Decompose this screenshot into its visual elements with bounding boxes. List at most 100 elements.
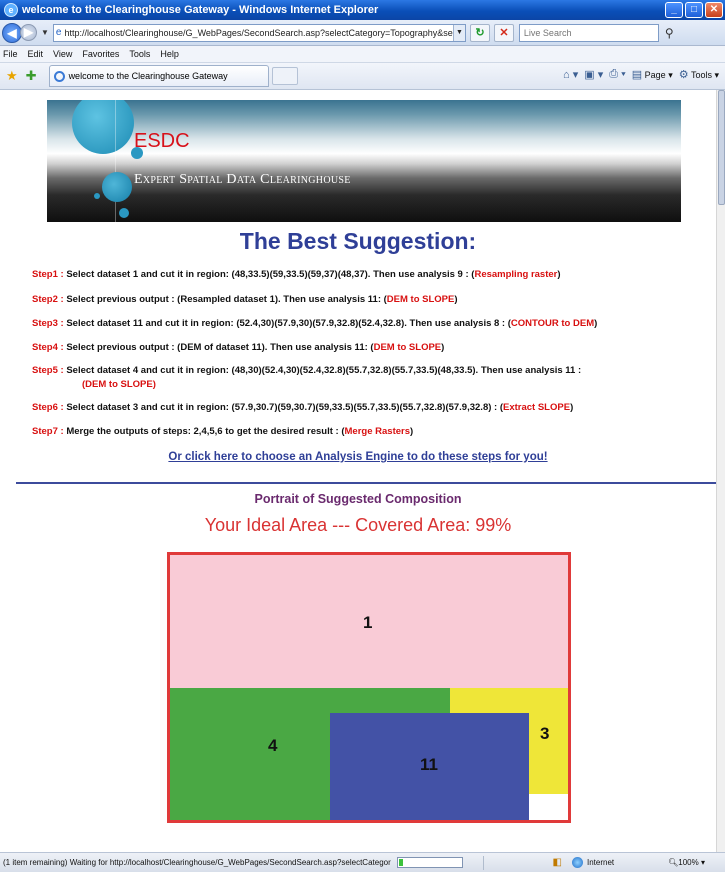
step-close: ) — [410, 426, 414, 437]
banner-subtitle: Expert Spatial Data Clearinghouse — [134, 172, 351, 187]
step-3: Step3 : Select dataset 11 and cut it in … — [32, 317, 704, 331]
address-field[interactable]: e http://localhost/Clearinghouse/G_WebPa… — [52, 23, 466, 42]
tab-bar: ★ ✚ welcome to the Clearinghouse Gateway… — [0, 63, 725, 90]
address-url: http://localhost/Clearinghouse/G_WebPage… — [64, 27, 464, 38]
globe-icon — [571, 857, 583, 868]
esdc-banner: ESDC Expert Spatial Data Clearinghouse — [47, 100, 681, 222]
status-bar: (1 item remaining) Waiting for http://lo… — [0, 852, 725, 872]
step-7: Step7 : Merge the outputs of steps: 2,4,… — [32, 425, 704, 439]
step-label: Step1 : — [32, 269, 64, 280]
zoom-value: 100% — [678, 858, 699, 867]
divider — [16, 482, 716, 484]
step-text: Select dataset 1 and cut it in region: (… — [63, 269, 475, 280]
recent-pages-dropdown-icon[interactable]: ▼ — [41, 28, 49, 37]
step-label: Step6 : — [32, 402, 64, 413]
step-label: Step2 : — [32, 294, 64, 305]
step-2: Step2 : Select previous output : (Resamp… — [32, 293, 704, 307]
banner-circle-decoration — [119, 208, 129, 218]
region-1: 1 — [170, 555, 568, 688]
favorites-star-icon[interactable]: ★ — [6, 68, 18, 84]
add-favorites-icon[interactable]: ✚ — [26, 68, 37, 84]
stop-button[interactable]: ✕ — [493, 23, 514, 42]
step-label: Step5 : — [32, 365, 64, 376]
step-5: Step5 : Select dataset 4 and cut it in r… — [32, 364, 704, 392]
composition-map: 1 4 3 11 — [167, 552, 571, 823]
back-button[interactable]: ◀ — [2, 22, 22, 43]
maximize-button[interactable]: □ — [685, 2, 703, 18]
command-bar: ⌂ ▾ ▣ ▾ ⎙ ▾ ▤ Page ▾ ⚙ Tools ▾ — [563, 68, 719, 81]
new-tab-button[interactable] — [271, 67, 298, 85]
refresh-button[interactable]: ↻ — [469, 23, 490, 42]
coverage-text: Your Ideal Area --- Covered Area: 99% — [204, 515, 512, 535]
search-icon[interactable]: ⚲ — [665, 26, 674, 40]
portrait-title: Portrait of Suggested Composition — [254, 492, 462, 506]
tab-label: welcome to the Clearinghouse Gateway — [68, 71, 228, 81]
step-analysis: (DEM to SLOPE) — [82, 379, 156, 390]
menu-favorites[interactable]: Favorites — [82, 49, 119, 59]
security-zone[interactable]: ◧ Internet 🔍︎100% ▾ — [553, 857, 717, 868]
zoom-level[interactable]: 🔍︎100% ▾ — [668, 858, 705, 867]
step-label: Step4 : — [32, 342, 64, 353]
banner-line-decoration — [115, 100, 116, 222]
step-1: Step1 : Select dataset 1 and cut it in r… — [32, 268, 704, 282]
step-close: ) — [557, 269, 561, 280]
menu-help[interactable]: Help — [160, 49, 179, 59]
tools-menu-label: Tools — [690, 70, 712, 80]
page-title: The Best Suggestion: — [239, 228, 477, 254]
status-message: (1 item remaining) Waiting for http://lo… — [3, 858, 391, 867]
banner-circle-decoration — [102, 172, 132, 202]
tab-clearinghouse[interactable]: welcome to the Clearinghouse Gateway — [48, 65, 269, 87]
menu-file[interactable]: File — [3, 49, 18, 59]
home-icon[interactable]: ⌂ ▾ — [563, 68, 578, 81]
status-divider — [482, 855, 484, 870]
vertical-scrollbar[interactable] — [716, 90, 725, 852]
page-content: ESDC Expert Spatial Data Clearinghouse T… — [0, 90, 716, 852]
page-menu-label: Page — [644, 70, 666, 80]
progress-fill — [398, 859, 403, 866]
step-close: ) — [594, 318, 598, 329]
address-toolbar: ◀ ▶ ▼ e http://localhost/Clearinghouse/G… — [0, 20, 725, 46]
step-text: Select dataset 3 and cut it in region: (… — [63, 402, 503, 413]
ie-icon: e — [4, 3, 18, 17]
step-close: ) — [570, 402, 574, 413]
feeds-icon[interactable]: ▣ ▾ — [584, 68, 603, 81]
zoom-icon: 🔍︎ — [668, 858, 679, 867]
page-menu-icon: ▤ — [631, 69, 643, 81]
protected-mode-icon: ◧ — [552, 857, 562, 868]
scrollbar-thumb[interactable] — [718, 90, 725, 205]
banner-circle-decoration — [72, 100, 134, 154]
window-titlebar: e welcome to the Clearinghouse Gateway -… — [0, 0, 725, 20]
close-button[interactable]: ✕ — [705, 2, 723, 18]
step-text: Select dataset 4 and cut it in region: (… — [63, 365, 582, 376]
analysis-engine-link[interactable]: Or click here to choose an Analysis Engi… — [0, 451, 716, 463]
step-close: ) — [441, 342, 445, 353]
print-icon[interactable]: ⎙ ▾ — [609, 68, 625, 81]
minimize-button[interactable]: _ — [665, 2, 683, 18]
step-6: Step6 : Select dataset 3 and cut it in r… — [32, 401, 704, 415]
region-label: 11 — [420, 755, 438, 774]
step-label: Step3 : — [32, 318, 64, 329]
zone-label: Internet — [586, 858, 615, 867]
gear-icon: ⚙ — [678, 69, 689, 81]
menu-tools[interactable]: Tools — [129, 49, 150, 59]
step-analysis: CONTOUR to DEM — [510, 318, 595, 329]
tools-menu[interactable]: ⚙ Tools ▾ — [679, 68, 719, 81]
page-icon: e — [55, 27, 62, 38]
region-label: 3 — [540, 724, 550, 743]
search-input[interactable] — [518, 23, 659, 42]
page-menu[interactable]: ▤ Page ▾ — [632, 68, 673, 81]
menu-bar: File Edit View Favorites Tools Help — [0, 46, 725, 63]
region-11: 11 — [330, 713, 529, 820]
menu-edit[interactable]: Edit — [28, 49, 44, 59]
step-text: Merge the outputs of steps: 2,4,5,6 to g… — [63, 426, 345, 437]
menu-view[interactable]: View — [53, 49, 72, 59]
step-4: Step4 : Select previous output : (DEM of… — [32, 341, 704, 355]
address-dropdown-icon[interactable]: ▼ — [452, 24, 465, 41]
region-label: 4 — [268, 736, 278, 755]
step-analysis: Resampling raster — [474, 269, 558, 280]
window-controls: _ □ ✕ — [665, 2, 723, 18]
step-text: Select dataset 11 and cut it in region: … — [63, 318, 511, 329]
forward-button[interactable]: ▶ — [20, 24, 37, 41]
step-analysis: DEM to SLOPE — [373, 342, 442, 353]
loading-icon — [53, 70, 65, 82]
